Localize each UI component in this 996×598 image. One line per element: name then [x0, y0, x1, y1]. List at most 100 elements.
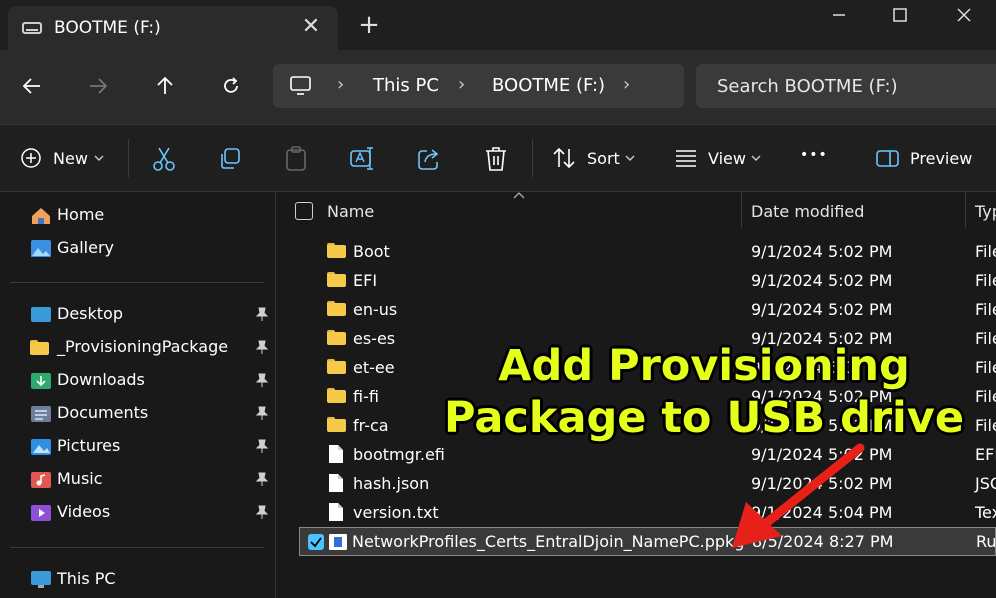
navigation-pane: Home Gallery Desktop _ProvisioningPackag… [0, 192, 276, 598]
file-row[interactable]: hash.json 9/1/2024 5:02 PM JSC [297, 470, 996, 499]
file-row[interactable]: EFI 9/1/2024 5:02 PM File [297, 267, 996, 296]
plus-circle-icon [21, 148, 41, 168]
folder-icon [327, 301, 346, 316]
file-name: EFI [353, 271, 378, 290]
file-name: hash.json [353, 474, 430, 493]
sort-button[interactable]: Sort [553, 143, 643, 175]
sidebar-item-videos[interactable]: Videos [30, 499, 276, 527]
address-bar[interactable]: › This PC › BOOTME (F:) › [273, 64, 684, 108]
file-type: File [975, 271, 996, 290]
sidebar-label: Downloads [57, 370, 145, 389]
close-tab-icon[interactable]: ✕ [298, 14, 324, 40]
pin-icon[interactable] [254, 439, 268, 453]
copy-button[interactable] [218, 143, 244, 175]
tab-bootme[interactable]: BOOTME (F:) ✕ [8, 6, 338, 50]
pin-icon[interactable] [254, 307, 268, 321]
delete-button[interactable] [484, 143, 510, 175]
close-window-button[interactable] [936, 0, 992, 32]
select-all-checkbox[interactable] [295, 202, 313, 220]
pin-icon[interactable] [254, 373, 268, 387]
trash-icon [486, 147, 506, 171]
sidebar-item-home[interactable]: Home [30, 202, 276, 230]
file-type: EFI [975, 445, 996, 464]
minimize-button[interactable] [811, 0, 867, 32]
annotation-caption: Add Provisioning Package to USB drive [424, 340, 984, 444]
sidebar-divider [10, 547, 264, 548]
rename-icon [350, 147, 373, 170]
toolbar-divider [128, 139, 129, 177]
file-name: fi-fi [353, 387, 379, 406]
column-header-name[interactable]: Name [327, 202, 374, 221]
sort-ascending-icon [513, 192, 525, 199]
sidebar-item-downloads[interactable]: Downloads [30, 367, 276, 395]
this-pc-icon [31, 571, 51, 588]
rename-button[interactable] [350, 143, 376, 175]
breadcrumb-this-pc[interactable]: This PC [373, 75, 439, 96]
chevron-right-icon: › [458, 74, 466, 95]
row-checkbox-checked[interactable] [308, 534, 324, 550]
back-button[interactable] [14, 68, 50, 104]
chevron-down-icon [751, 155, 761, 161]
up-button[interactable] [147, 68, 183, 104]
column-divider[interactable] [965, 192, 966, 228]
column-divider[interactable] [741, 192, 742, 228]
file-name: fr-ca [353, 416, 389, 435]
sidebar-label: Documents [57, 403, 149, 422]
file-type: JSC [975, 474, 996, 493]
chevron-right-icon[interactable]: › [623, 74, 630, 95]
pin-icon[interactable] [254, 505, 268, 519]
sidebar-item-music[interactable]: Music [30, 466, 276, 494]
file-type: File [975, 300, 996, 319]
more-options-button[interactable]: ••• [800, 143, 830, 175]
refresh-button[interactable] [213, 68, 249, 104]
sidebar-item-documents[interactable]: Documents [30, 400, 276, 428]
maximize-button[interactable] [872, 0, 928, 32]
list-view-icon [676, 150, 696, 167]
forward-button[interactable] [80, 68, 116, 104]
file-name: en-us [353, 300, 398, 319]
cut-button[interactable] [152, 143, 178, 175]
pin-icon[interactable] [254, 340, 268, 354]
file-name: version.txt [353, 503, 439, 522]
file-row[interactable]: Boot 9/1/2024 5:02 PM File [297, 238, 996, 267]
file-row[interactable]: bootmgr.efi 9/1/2024 5:02 PM EFI [297, 441, 996, 470]
file-row[interactable]: version.txt 9/1/2024 5:04 PM Tex [297, 499, 996, 528]
sidebar-divider [10, 282, 264, 283]
sidebar-item-provisioningpackage[interactable]: _ProvisioningPackage [30, 334, 276, 362]
sidebar-item-this-pc[interactable]: This PC [30, 566, 276, 594]
folder-icon [327, 359, 346, 374]
preview-button[interactable]: Preview [876, 143, 986, 175]
breadcrumb-bootme[interactable]: BOOTME (F:) [492, 75, 605, 96]
file-name: es-es [353, 329, 396, 348]
file-name: Boot [353, 242, 390, 261]
pin-icon[interactable] [254, 406, 268, 420]
share-icon [418, 149, 439, 170]
search-box[interactable]: Search BOOTME (F:) [696, 64, 996, 108]
file-row-selected[interactable]: NetworkProfiles_Certs_EntralDjoin_NamePC… [299, 527, 996, 556]
chevron-right-icon: › [337, 74, 345, 95]
downloads-icon [31, 373, 51, 389]
music-icon [31, 472, 51, 488]
paste-button[interactable] [284, 143, 310, 175]
file-name: NetworkProfiles_Certs_EntralDjoin_NamePC… [352, 532, 745, 551]
new-tab-button[interactable]: + [355, 12, 383, 40]
new-button[interactable]: New [20, 143, 110, 175]
sidebar-label: Pictures [57, 436, 121, 455]
sidebar-item-desktop[interactable]: Desktop [30, 301, 276, 329]
new-label: New [53, 149, 88, 168]
share-button[interactable] [417, 143, 443, 175]
sidebar-item-pictures[interactable]: Pictures [30, 433, 276, 461]
folder-icon [327, 388, 346, 403]
sidebar-item-gallery[interactable]: Gallery [30, 235, 276, 263]
arrow-up-icon [157, 76, 173, 94]
sidebar-label: Music [57, 469, 103, 488]
scissors-icon [153, 147, 175, 171]
clipboard-icon [286, 146, 306, 171]
file-row[interactable]: en-us 9/1/2024 5:02 PM File [297, 296, 996, 325]
view-button[interactable]: View [675, 143, 765, 175]
pin-icon[interactable] [254, 472, 268, 486]
file-name: et-ee [353, 358, 395, 377]
column-header-type[interactable]: Typ [975, 202, 996, 221]
preview-label: Preview [910, 149, 973, 168]
column-header-date[interactable]: Date modified [751, 202, 864, 221]
